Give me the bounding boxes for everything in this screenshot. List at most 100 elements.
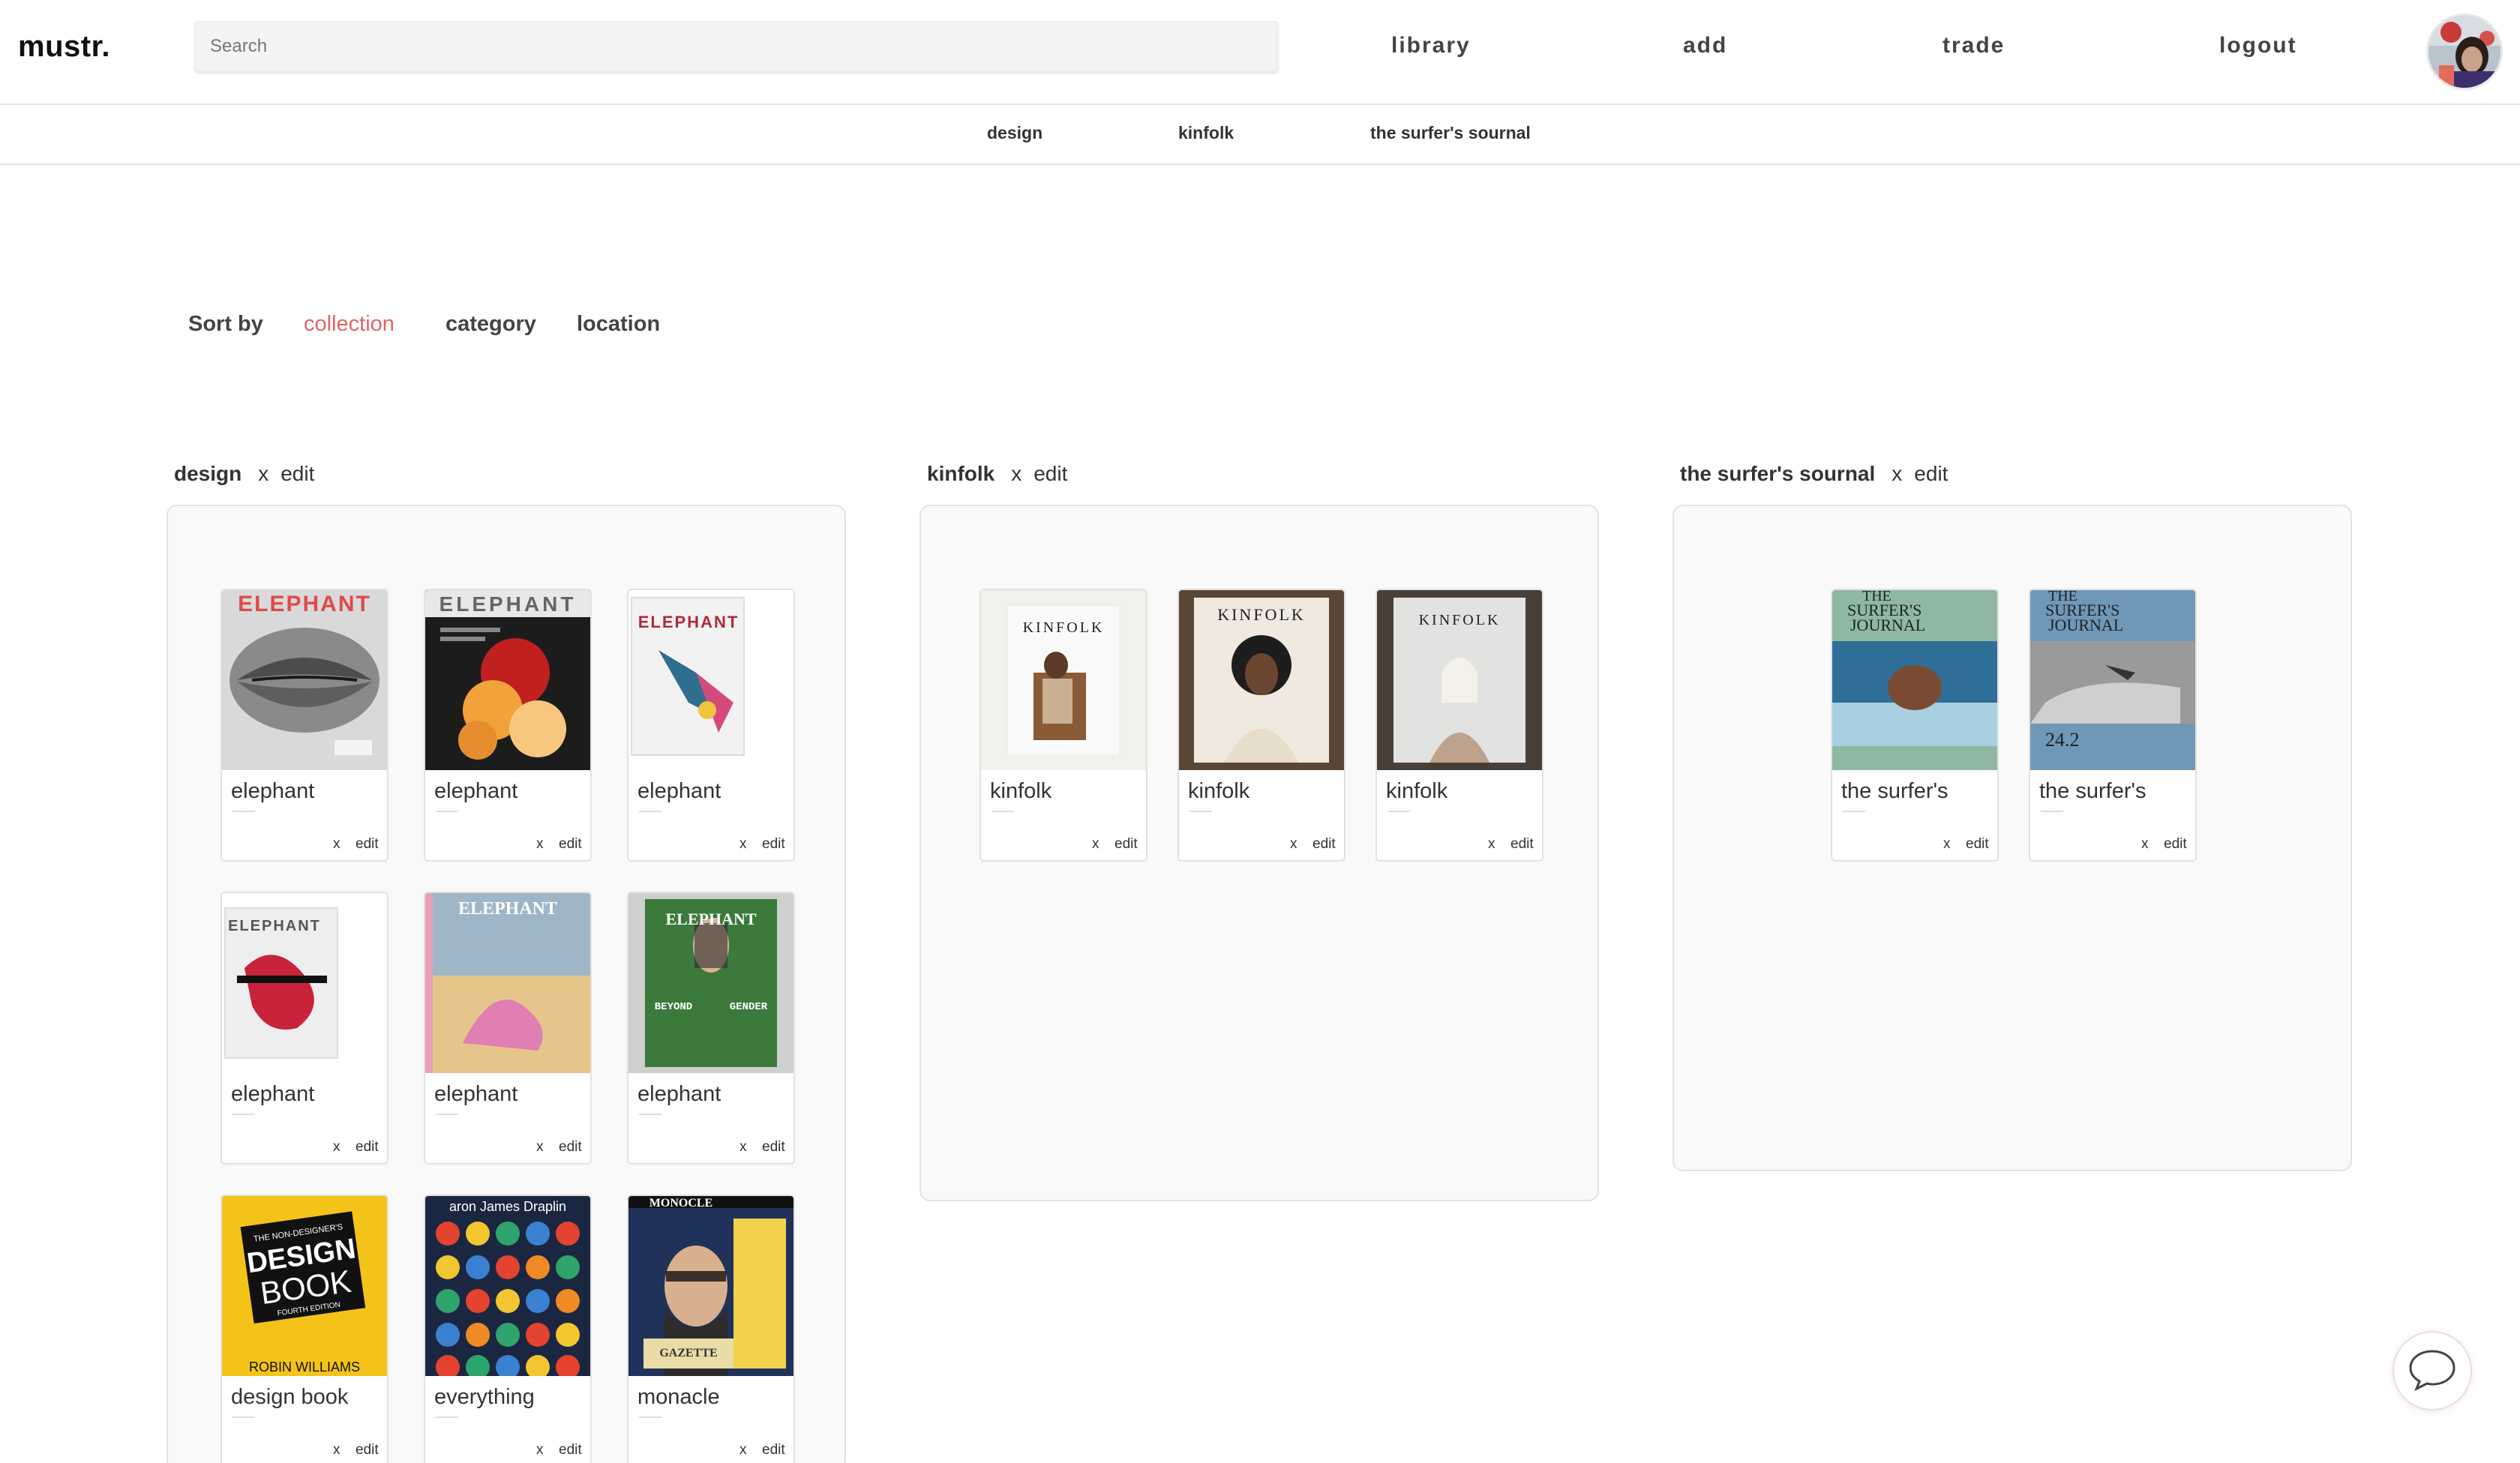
avatar-photo <box>2428 16 2500 88</box>
magazine-title: elephant <box>231 779 315 803</box>
nav-add[interactable]: add <box>1683 33 1727 58</box>
edit-item-button[interactable]: edit <box>762 1442 785 1459</box>
divider <box>436 811 458 812</box>
magazine-title: everything <box>434 1385 535 1409</box>
delete-collection-button[interactable]: x <box>1892 462 1902 485</box>
subnav-design[interactable]: design <box>987 123 1042 143</box>
remove-item-button[interactable]: x <box>536 1139 544 1156</box>
chat-button[interactable] <box>2392 1331 2472 1411</box>
svg-text:ELEPHANT: ELEPHANT <box>238 592 371 616</box>
magazine-cover: KINFOLK <box>1377 590 1542 770</box>
edit-item-button[interactable]: edit <box>762 1139 785 1156</box>
remove-item-button[interactable]: x <box>536 1442 544 1459</box>
divider <box>639 1114 662 1115</box>
collection-header-surfers-journal: the surfer's sournal x edit <box>1680 462 1948 486</box>
svg-text:JOURNAL: JOURNAL <box>2048 616 2123 634</box>
remove-item-button[interactable]: x <box>740 1442 747 1459</box>
magazine-card[interactable]: ELEPHANT elephant x edit <box>424 589 592 862</box>
magazine-card[interactable]: ELEPHANT BEYOND GENDER elephant x edit <box>627 892 795 1165</box>
app-logo[interactable]: mustr. <box>18 30 110 64</box>
magazine-cover: KINFOLK <box>981 590 1146 770</box>
remove-item-button[interactable]: x <box>536 836 544 853</box>
svg-text:ELEPHANT: ELEPHANT <box>440 592 577 616</box>
edit-item-button[interactable]: edit <box>2164 836 2187 853</box>
remove-item-button[interactable]: x <box>333 836 340 853</box>
edit-item-button[interactable]: edit <box>559 836 582 853</box>
magazine-card[interactable]: ELEPHANT elephant x edit <box>220 892 388 1165</box>
remove-item-button[interactable]: x <box>333 1442 340 1459</box>
divider <box>2041 811 2063 812</box>
magazine-card[interactable]: THE SURFER'S JOURNAL the surfer's x edit <box>1831 589 1999 862</box>
edit-item-button[interactable]: edit <box>1510 836 1534 853</box>
magazine-cover: THE SURFER'S JOURNAL 24.2 <box>2030 590 2195 770</box>
magazine-title: elephant <box>638 1082 722 1106</box>
svg-text:ELEPHANT: ELEPHANT <box>458 899 557 919</box>
magazine-card[interactable]: KINFOLK kinfolk x edit <box>1178 589 1346 862</box>
magazine-card[interactable]: ELEPHANT elephant x edit <box>424 892 592 1165</box>
edit-item-button[interactable]: edit <box>356 1442 379 1459</box>
edit-collection-button[interactable]: edit <box>1034 462 1067 485</box>
delete-collection-button[interactable]: x <box>1011 462 1022 485</box>
remove-item-button[interactable]: x <box>1290 836 1298 853</box>
svg-text:aron James Draplin: aron James Draplin <box>449 1199 566 1214</box>
edit-item-button[interactable]: edit <box>762 836 785 853</box>
edit-item-button[interactable]: edit <box>356 836 379 853</box>
magazine-card[interactable]: THE SURFER'S JOURNAL 24.2 the surfer's x… <box>2029 589 2197 862</box>
remove-item-button[interactable]: x <box>1488 836 1496 853</box>
delete-collection-button[interactable]: x <box>258 462 268 485</box>
magazine-title: the surfer's <box>1841 779 1948 803</box>
divider <box>639 1417 662 1418</box>
svg-text:BEYOND: BEYOND <box>655 1001 692 1013</box>
divider <box>1843 811 1865 812</box>
subnav-kinfolk[interactable]: kinfolk <box>1178 123 1234 143</box>
edit-collection-button[interactable]: edit <box>280 462 314 485</box>
nav-library[interactable]: library <box>1391 33 1471 58</box>
chat-bubble-icon <box>2408 1347 2457 1396</box>
magazine-card[interactable]: ELEPHANT elephant x edit <box>220 589 388 862</box>
magazine-card[interactable]: KINFOLK kinfolk x edit <box>1376 589 1544 862</box>
edit-item-button[interactable]: edit <box>1114 836 1138 853</box>
edit-item-button[interactable]: edit <box>1312 836 1336 853</box>
magazine-card[interactable]: aron James Draplin everything x edit <box>424 1195 592 1463</box>
search-input[interactable] <box>195 21 1278 72</box>
magazine-title: design book <box>231 1385 349 1409</box>
collection-panel-kinfolk: KINFOLK kinfolk x edit KINFOLK kinfolk x… <box>920 505 1599 1201</box>
remove-item-button[interactable]: x <box>740 1139 747 1156</box>
sort-category[interactable]: category <box>446 312 536 337</box>
collection-panel-surfers-journal: THE SURFER'S JOURNAL the surfer's x edit… <box>1672 505 2352 1171</box>
magazine-cover: aron James Draplin <box>425 1196 590 1376</box>
nav-trade[interactable]: trade <box>1942 33 2005 58</box>
edit-item-button[interactable]: edit <box>559 1442 582 1459</box>
remove-item-button[interactable]: x <box>333 1139 340 1156</box>
magazine-title: elephant <box>434 1082 518 1106</box>
magazine-cover: MONOCLE GAZETTE <box>628 1196 794 1376</box>
subnav-surfers-journal[interactable]: the surfer's sournal <box>1370 123 1531 143</box>
magazine-card[interactable]: KINFOLK kinfolk x edit <box>980 589 1148 862</box>
sort-collection[interactable]: collection <box>304 312 394 337</box>
edit-item-button[interactable]: edit <box>559 1139 582 1156</box>
remove-item-button[interactable]: x <box>1943 836 1951 853</box>
divider <box>232 1114 255 1115</box>
magazine-cover: KINFOLK <box>1179 590 1344 770</box>
nav-logout[interactable]: logout <box>2219 33 2297 58</box>
collection-subnav: design kinfolk the surfer's sournal <box>0 105 2520 165</box>
edit-item-button[interactable]: edit <box>1966 836 1989 853</box>
user-avatar[interactable] <box>2426 13 2503 90</box>
divider <box>436 1417 458 1418</box>
edit-collection-button[interactable]: edit <box>1914 462 1948 485</box>
magazine-title: kinfolk <box>990 779 1052 803</box>
edit-item-button[interactable]: edit <box>356 1139 379 1156</box>
svg-text:ROBIN WILLIAMS: ROBIN WILLIAMS <box>249 1360 360 1375</box>
divider <box>1388 811 1410 812</box>
magazine-card[interactable]: MONOCLE GAZETTE monacle x edit <box>627 1195 795 1463</box>
sort-location[interactable]: location <box>577 312 660 337</box>
svg-text:ELEPHANT: ELEPHANT <box>638 613 740 631</box>
collection-header-kinfolk: kinfolk x edit <box>927 462 1067 486</box>
sort-by-label: Sort by <box>188 312 263 336</box>
remove-item-button[interactable]: x <box>1092 836 1100 853</box>
magazine-card[interactable]: THE NON-DESIGNER'S DESIGN BOOK FOURTH ED… <box>220 1195 388 1463</box>
divider <box>436 1114 458 1115</box>
remove-item-button[interactable]: x <box>740 836 747 853</box>
magazine-card[interactable]: ELEPHANT elephant x edit <box>627 589 795 862</box>
remove-item-button[interactable]: x <box>2141 836 2149 853</box>
